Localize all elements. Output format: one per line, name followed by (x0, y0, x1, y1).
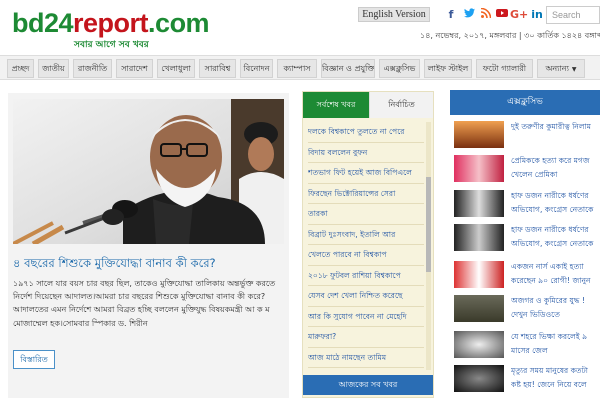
header-date: ১৪, নভেম্বর, ২০১৭, মঙ্গলবার | ৩০ কার্তিক… (420, 31, 600, 40)
list-item[interactable]: তারকা (308, 204, 424, 225)
featured-story-title[interactable]: ৪ বছরের শিশুকে মুক্তিযোদ্ধা বানাব কী করে… (13, 255, 284, 271)
nav-item-lifestyle[interactable]: লাইফ স্টাইল (424, 59, 472, 78)
news-tabs-panel: সর্বশেষ খবর নির্বাচিত দলকে বিশ্বকাপে তুল… (302, 91, 434, 398)
list-item-title[interactable]: দুই তরুণীর কুমারীত্ব নিলাম (511, 120, 600, 149)
news-thumbnail[interactable] (454, 190, 504, 217)
nav-item-more-label: অন্যান্য (545, 64, 569, 73)
nav-item-more[interactable]: অন্যান্য ▼ (537, 59, 585, 78)
nav-item-science[interactable]: বিজ্ঞান ও প্রযুক্তি (321, 59, 375, 78)
twitter-icon[interactable] (462, 7, 476, 23)
list-item[interactable]: অজগর ও কুমিরের যুদ্ধ ! দেখুন ভিডিওতে (450, 292, 600, 325)
chevron-down-icon: ▼ (571, 66, 577, 73)
list-item[interactable]: প্রেমিককে হত্যা করে মগজ খেলেন প্রেমিকা (450, 152, 600, 185)
news-thumbnail[interactable] (454, 224, 504, 251)
site-logo[interactable]: bd24report.com সবার আগে সব খবর (12, 8, 210, 50)
list-item[interactable]: একজন নার্স একাই হত্যা করেছেন ৯০ রোগী! জা… (450, 258, 600, 291)
news-list-scrollbar[interactable] (426, 122, 431, 370)
main-nav: প্রচ্ছদ জাতীয় রাজনীতি সারাদেশ খেলাধুলা … (0, 55, 600, 80)
list-item[interactable]: খেলতে পারবে না বিশ্বকাপ (308, 245, 424, 266)
list-item-title[interactable]: একজন নার্স একাই হত্যা করেছেন ৯০ রোগী! জা… (511, 260, 600, 289)
list-item-title[interactable]: যে শহরে ভিক্ষা করলেই ৯ মাসের জেল (511, 330, 600, 359)
logo-part-2: report (73, 8, 149, 38)
news-thumbnail[interactable] (454, 295, 504, 322)
latest-news-list: দলকে বিশ্বকাপে তুলতে না পেরে বিদায় বললে… (308, 122, 424, 370)
list-item[interactable]: বিব্রাট দুঃসংবাদ, ইতালি আর (308, 225, 424, 245)
list-item[interactable]: বিদায় বললেন বুফন (308, 143, 424, 163)
nav-item-exclusive[interactable]: এক্সক্লুসিভ (379, 59, 420, 78)
list-item[interactable]: মারুফরা? (308, 327, 424, 348)
tab-selected-news[interactable]: নির্বাচিত (369, 92, 433, 118)
news-thumbnail[interactable] (454, 261, 504, 288)
details-button[interactable]: বিস্তারিত (13, 350, 55, 369)
list-item[interactable]: দুই তরুণীর কুমারীত্ব নিলাম (450, 118, 600, 151)
list-item[interactable]: শতভাগ ফিট হয়েই আজ বিপিএলে (308, 163, 424, 184)
scrollbar-thumb[interactable] (426, 177, 431, 272)
rss-icon[interactable] (479, 7, 493, 23)
nav-item-campus[interactable]: ক্যাম্পাস (277, 59, 317, 78)
all-news-button[interactable]: আজকের সব খবর (303, 375, 433, 395)
featured-story-photo[interactable] (13, 99, 284, 244)
list-item[interactable]: ফিরছেন ভিক্টোরিয়ান্সের সেরা (308, 184, 424, 204)
featured-story-summary: ১৯৭১ সালে যার বয়স চার বছর ছিল, তাকেও মু… (13, 279, 276, 328)
exclusive-heading: এক্সক্লুসিভ (450, 90, 600, 115)
list-item[interactable]: আর কি সুযোগ পাবেন না মেহেদি (308, 307, 424, 327)
news-thumbnail[interactable] (454, 331, 504, 358)
logo-tagline: সবার আগে সব খবর (74, 40, 149, 50)
nav-item-national[interactable]: জাতীয় (38, 59, 69, 78)
list-item[interactable]: আজ মাঠে নামছেন তামিম (308, 348, 424, 368)
nav-item-entertainment[interactable]: বিনোদন (240, 59, 273, 78)
tab-latest-news[interactable]: সর্বশেষ খবর (303, 92, 369, 118)
english-version-button[interactable]: English Version (358, 7, 430, 22)
exclusive-panel: এক্সক্লুসিভ দুই তরুণীর কুমারীত্ব নিলাম প… (450, 90, 600, 400)
nav-item-politics[interactable]: রাজনীতি (73, 59, 112, 78)
logo-part-1: bd24 (12, 8, 74, 38)
list-item-title[interactable]: অজগর ও কুমিরের যুদ্ধ ! দেখুন ভিডিওতে (511, 294, 600, 323)
list-item-title[interactable]: হাফ ডজন নারীকে ধর্ষণের অভিযোগ, কংগ্রেস ন… (511, 189, 600, 218)
logo-wordmark: bd24report.com (12, 8, 210, 38)
list-item[interactable]: যেসব দেশ খেলা নিশ্চিত করেছে (308, 286, 424, 307)
news-thumbnail[interactable] (454, 365, 504, 392)
linkedin-icon[interactable]: in (530, 7, 544, 23)
logo-part-3: .com (148, 8, 210, 38)
list-item[interactable]: হাফ ডজন নারীকে ধর্ষণের অভিযোগ, কংগ্রেস ন… (450, 187, 600, 220)
nav-item-world[interactable]: সারাবিশ্ব (199, 59, 236, 78)
search-input[interactable]: Search (546, 6, 600, 24)
nav-item-gallery[interactable]: ফটো গ্যালারী (476, 59, 533, 78)
youtube-icon[interactable] (495, 7, 509, 23)
list-item[interactable]: দলকে বিশ্বকাপে তুলতে না পেরে (308, 122, 424, 143)
list-item[interactable]: যে শহরে ভিক্ষা করলেই ৯ মাসের জেল (450, 328, 600, 361)
list-item-title[interactable]: মৃত্যুর সময় মানুষের কতটা কষ্ট হয়! জেনে… (511, 364, 600, 393)
nav-item-country[interactable]: সারাদেশ (116, 59, 153, 78)
list-item-title[interactable]: প্রেমিককে হত্যা করে মগজ খেলেন প্রেমিকা (511, 154, 600, 183)
list-item-title[interactable]: হাফ ডজন নারীকে ধর্ষণের অভিযোগ, কংগ্রেস ন… (511, 223, 600, 252)
news-thumbnail[interactable] (454, 121, 504, 148)
list-item[interactable]: মৃত্যুর সময় মানুষের কতটা কষ্ট হয়! জেনে… (450, 362, 600, 395)
list-item[interactable]: হাফ ডজন নারীকে ধর্ষণের অভিযোগ, কংগ্রেস ন… (450, 221, 600, 254)
list-item[interactable]: ২০১৮ ফুটবল রাশিয়া বিশ্বকাপে (308, 266, 424, 286)
google-plus-icon[interactable]: G+ (510, 7, 528, 23)
facebook-icon[interactable]: f (444, 7, 458, 23)
nav-item-sports[interactable]: খেলাধুলা (157, 59, 195, 78)
featured-story: ৪ বছরের শিশুকে মুক্তিযোদ্ধা বানাব কী করে… (8, 93, 289, 398)
nav-item-home[interactable]: প্রচ্ছদ (7, 59, 34, 78)
news-thumbnail[interactable] (454, 155, 504, 182)
